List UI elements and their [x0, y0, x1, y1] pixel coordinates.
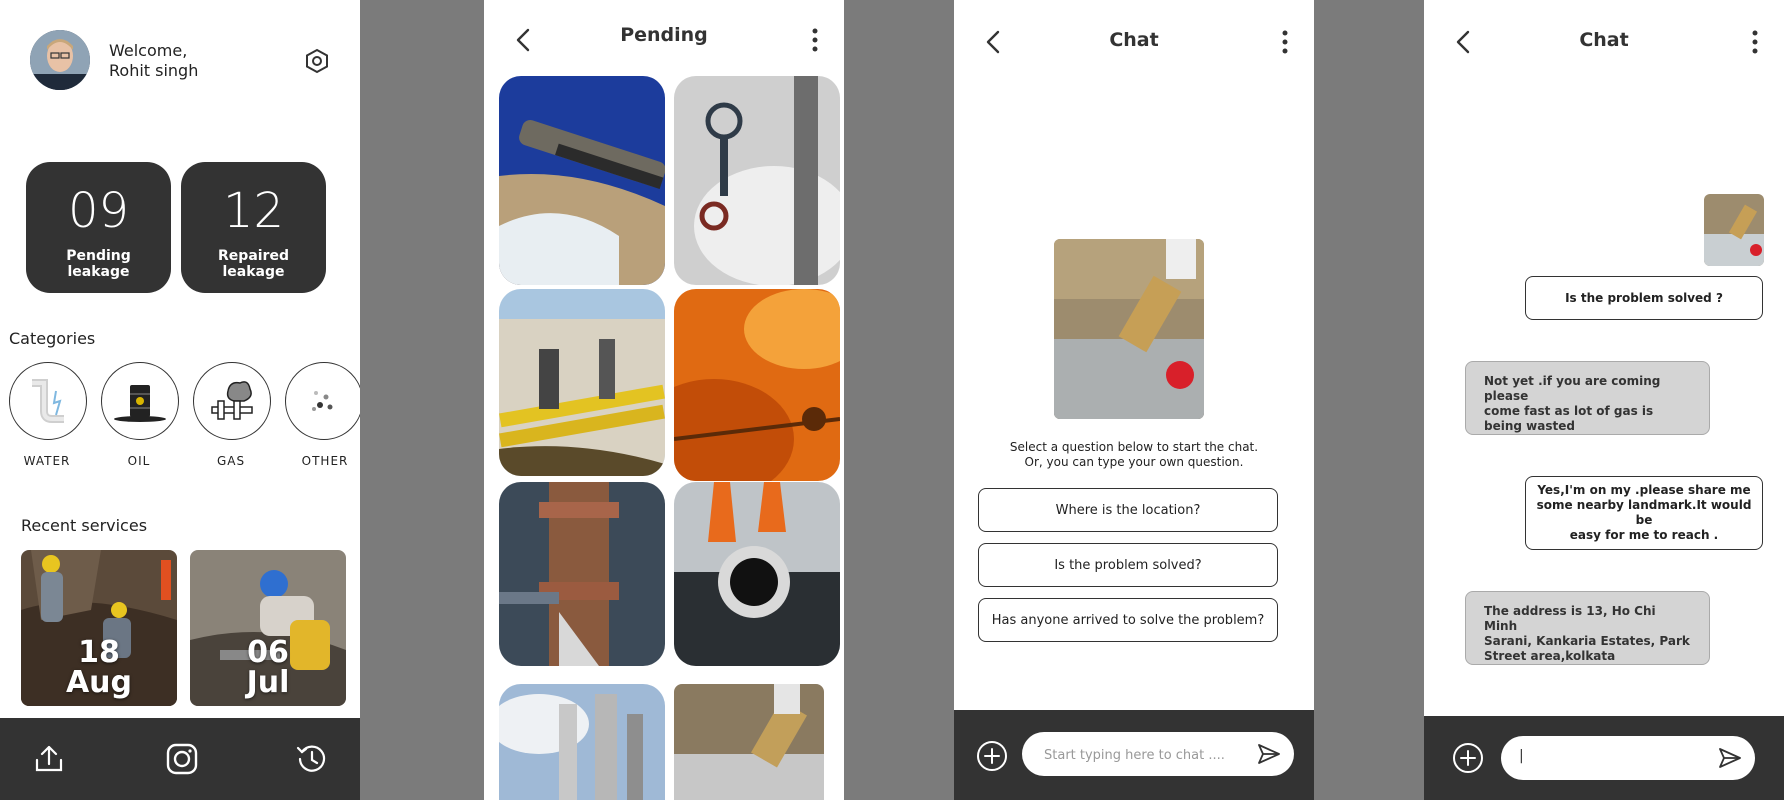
leak-photo-tile[interactable] [499, 684, 665, 800]
water-pipe-icon [32, 379, 64, 423]
valve-leak-thumbnail [1704, 194, 1764, 266]
add-attachment-icon[interactable] [976, 740, 1008, 772]
category-other-label: OTHER [301, 454, 349, 468]
message-line: easy for me to reach . [1569, 528, 1719, 542]
repaired-count: 12 [222, 183, 285, 239]
message-line: Sarani, Kankaria Estates, Park [1484, 634, 1690, 648]
question-arrived-button[interactable]: Has anyone arrived to solve the problem? [978, 598, 1278, 642]
leak-photo-tile[interactable] [674, 482, 840, 666]
message-line: some nearby landmark.It would be [1536, 498, 1752, 527]
welcome-text: Welcome, Rohit singh [109, 41, 198, 81]
received-message: The address is 13, Ho Chi Minh Sarani, K… [1465, 591, 1710, 665]
home-screen: Welcome, Rohit singh 09 Pending leakage … [0, 0, 360, 800]
chat-input-box[interactable] [1022, 732, 1294, 778]
received-message: Not yet .if you are coming please come f… [1465, 361, 1710, 435]
category-other[interactable] [285, 362, 360, 440]
message-line: Yes,I'm on my .please share me [1537, 483, 1751, 497]
leak-photo-tile[interactable] [674, 289, 840, 481]
chat-attachment-photo[interactable] [1054, 239, 1204, 419]
gas-leak-icon [211, 381, 253, 420]
repaired-label-1: Repaired [218, 248, 289, 264]
recent-month: Jul [246, 665, 290, 700]
chat-input-value[interactable]: | [1519, 748, 1524, 764]
pending-count: 09 [67, 183, 130, 239]
category-gas-label: GAS [216, 454, 246, 468]
message-line: being wasted [1484, 419, 1575, 433]
sent-photo[interactable] [1704, 194, 1764, 266]
recent-service-card[interactable]: 06 Jul [190, 550, 346, 706]
recent-day: 06 [247, 635, 289, 670]
categories-title: Categories [9, 329, 96, 348]
chat-hint-2: Or, you can type your own question. [1024, 455, 1244, 469]
more-options-icon[interactable] [1280, 28, 1290, 56]
refinery-photo [499, 684, 665, 800]
page-title: Chat [1109, 29, 1159, 51]
yellow-pipeline-photo [499, 289, 665, 476]
valve-steam-photo [674, 684, 824, 800]
chat-thread-screen: Chat Is the problem solved ? Not yet .if… [1424, 0, 1784, 800]
leak-photo-tile[interactable] [674, 76, 840, 285]
pending-screen: Pending [484, 0, 844, 800]
settings-hexagon-icon[interactable] [302, 46, 332, 76]
oil-barrel-icon [114, 385, 166, 422]
chat-composer [954, 710, 1314, 800]
message-line: Not yet .if you are coming please [1484, 374, 1661, 403]
welcome-label: Welcome, [109, 41, 188, 60]
bottom-nav [0, 718, 360, 800]
fire-leak-photo [674, 289, 840, 481]
chat-input-box[interactable]: | [1501, 736, 1755, 780]
chat-start-screen: Chat Select a question below to start th… [954, 0, 1314, 800]
recent-services-title: Recent services [21, 516, 148, 535]
steam-valve-photo [674, 76, 840, 285]
page-title: Chat [1579, 29, 1629, 51]
pipe-outlet-photo [674, 482, 840, 666]
chat-composer: | [1424, 716, 1784, 800]
sent-message: Yes,I'm on my .please share me some near… [1525, 476, 1763, 550]
upload-icon[interactable] [32, 742, 66, 776]
valve-leak-photo [1054, 239, 1204, 419]
category-oil-label: OIL [127, 454, 151, 468]
category-gas[interactable] [193, 362, 271, 440]
leak-photo-tile[interactable] [499, 76, 665, 285]
category-oil[interactable] [101, 362, 179, 440]
other-dots-icon [312, 391, 333, 411]
question-location-button[interactable]: Where is the location? [978, 488, 1278, 532]
chat-input[interactable] [1042, 732, 1246, 778]
leak-photo-tile[interactable] [674, 684, 824, 800]
camera-icon[interactable] [165, 742, 199, 776]
more-options-icon[interactable] [1750, 28, 1760, 56]
sent-message: Is the problem solved ? [1525, 276, 1763, 320]
page-title: Pending [620, 24, 708, 46]
category-water-label: WATER [23, 454, 71, 468]
repaired-leakage-card[interactable]: 12 Repaired leakage [181, 162, 326, 293]
recent-date: 18 Aug [21, 638, 177, 698]
message-line: come fast as lot of gas is [1484, 404, 1654, 418]
leaking-pipe-photo [499, 76, 665, 285]
history-icon[interactable] [295, 742, 329, 776]
message-line: The address is 13, Ho Chi Minh [1484, 604, 1656, 633]
add-attachment-icon[interactable] [1452, 742, 1484, 774]
avatar[interactable] [30, 30, 90, 90]
recent-service-card[interactable]: 18 Aug [21, 550, 177, 706]
send-icon[interactable] [1717, 746, 1743, 770]
category-water[interactable] [9, 362, 87, 440]
pending-label-2: leakage [67, 264, 130, 280]
recent-date: 06 Jul [190, 638, 346, 698]
question-solved-button[interactable]: Is the problem solved? [978, 543, 1278, 587]
send-icon[interactable] [1256, 742, 1282, 766]
leak-photo-tile[interactable] [499, 289, 665, 476]
recent-month: Aug [65, 665, 133, 700]
pending-label-1: Pending [66, 248, 131, 264]
user-name: Rohit singh [109, 61, 199, 80]
rusty-pipe-photo [499, 482, 665, 666]
pending-leakage-card[interactable]: 09 Pending leakage [26, 162, 171, 293]
message-line: Street area,kolkata [1484, 649, 1616, 663]
recent-day: 18 [78, 635, 120, 670]
more-options-icon[interactable] [810, 26, 820, 54]
repaired-label-2: leakage [222, 264, 285, 280]
leak-photo-tile[interactable] [499, 482, 665, 666]
chat-hint-1: Select a question below to start the cha… [1009, 440, 1259, 454]
